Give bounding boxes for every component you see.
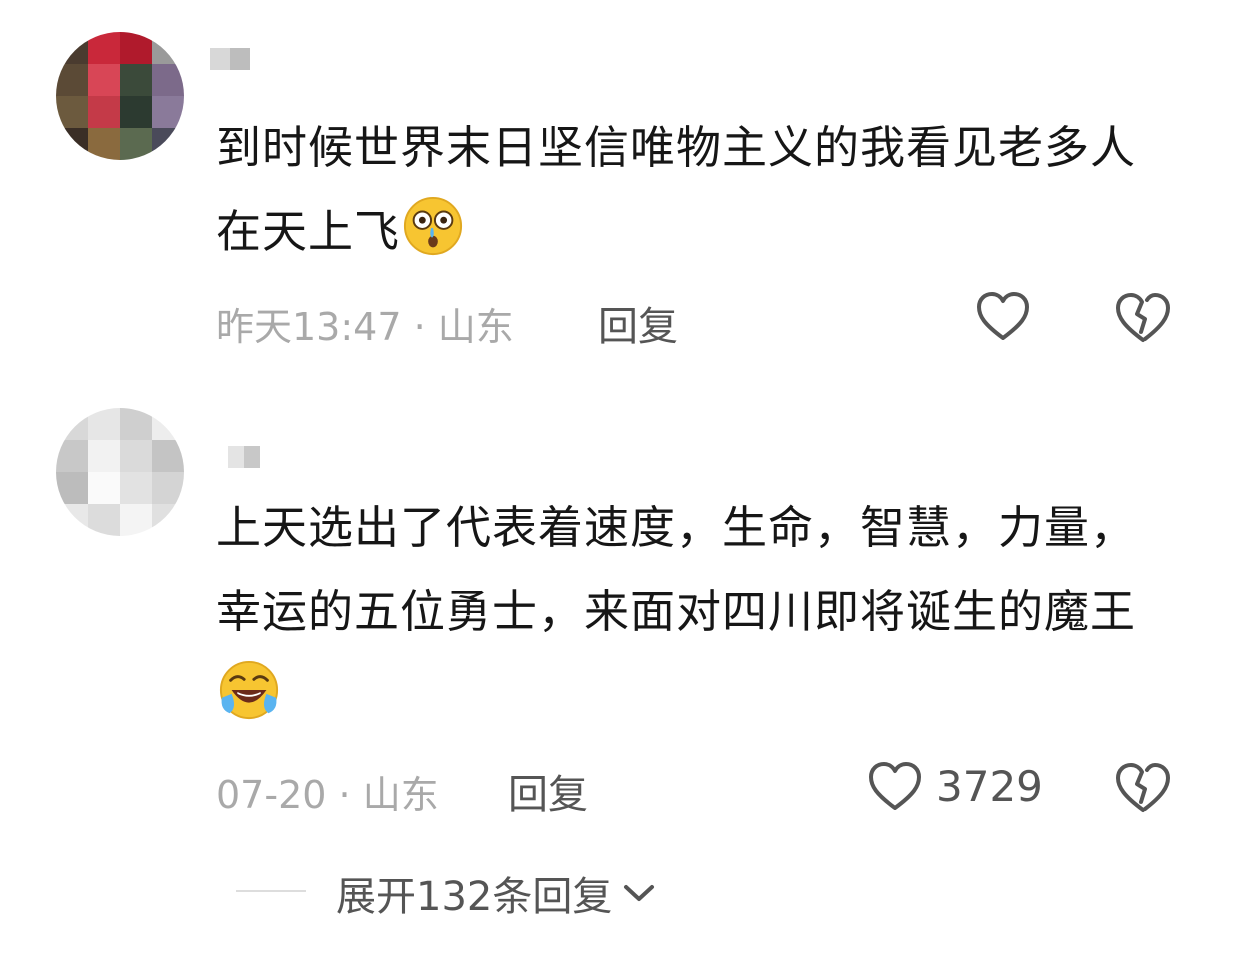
comment-text: 到时候世界末日坚信唯物主义的我看见老多人在天上飞 (216, 121, 1137, 258)
avatar[interactable] (56, 408, 184, 536)
comment-time: 昨天13:47 (216, 305, 402, 349)
expand-replies-label: 展开132条回复 (336, 874, 613, 920)
chevron-down-icon (624, 885, 655, 901)
reply-button[interactable]: 回复 (598, 294, 678, 352)
dislike-button[interactable] (1112, 288, 1174, 346)
avatar[interactable] (56, 32, 184, 160)
comment-text: 上天选出了代表着速度，生命，智慧，力量，幸运的五位勇士，来面对四川即将诞生的魔王 (216, 486, 1176, 738)
comment-meta: 07-20 · 山东 (216, 764, 439, 819)
like-button[interactable] (866, 758, 924, 814)
laughing-tears-face-emoji (219, 660, 279, 720)
expand-replies-button[interactable]: 展开132条回复 (336, 864, 656, 922)
like-button[interactable] (974, 288, 1032, 344)
meta-separator: · (338, 773, 351, 817)
username-blurred[interactable] (210, 48, 250, 70)
comment-time: 07-20 (216, 773, 327, 817)
broken-heart-icon (1116, 763, 1170, 812)
dislike-button[interactable] (1112, 758, 1174, 816)
heart-icon (869, 762, 921, 810)
broken-heart-icon (1116, 293, 1170, 342)
comment-location: 山东 (437, 305, 514, 349)
username-blurred[interactable] (228, 446, 260, 468)
meta-separator: · (413, 305, 426, 349)
reply-button[interactable]: 回复 (508, 762, 588, 820)
comment-location: 山东 (362, 773, 439, 817)
shocked-crying-face-emoji (403, 196, 463, 256)
expand-divider (236, 890, 306, 892)
like-count: 3729 (936, 762, 1043, 811)
comment-meta: 昨天13:47 · 山东 (216, 296, 514, 351)
heart-icon (977, 292, 1029, 340)
